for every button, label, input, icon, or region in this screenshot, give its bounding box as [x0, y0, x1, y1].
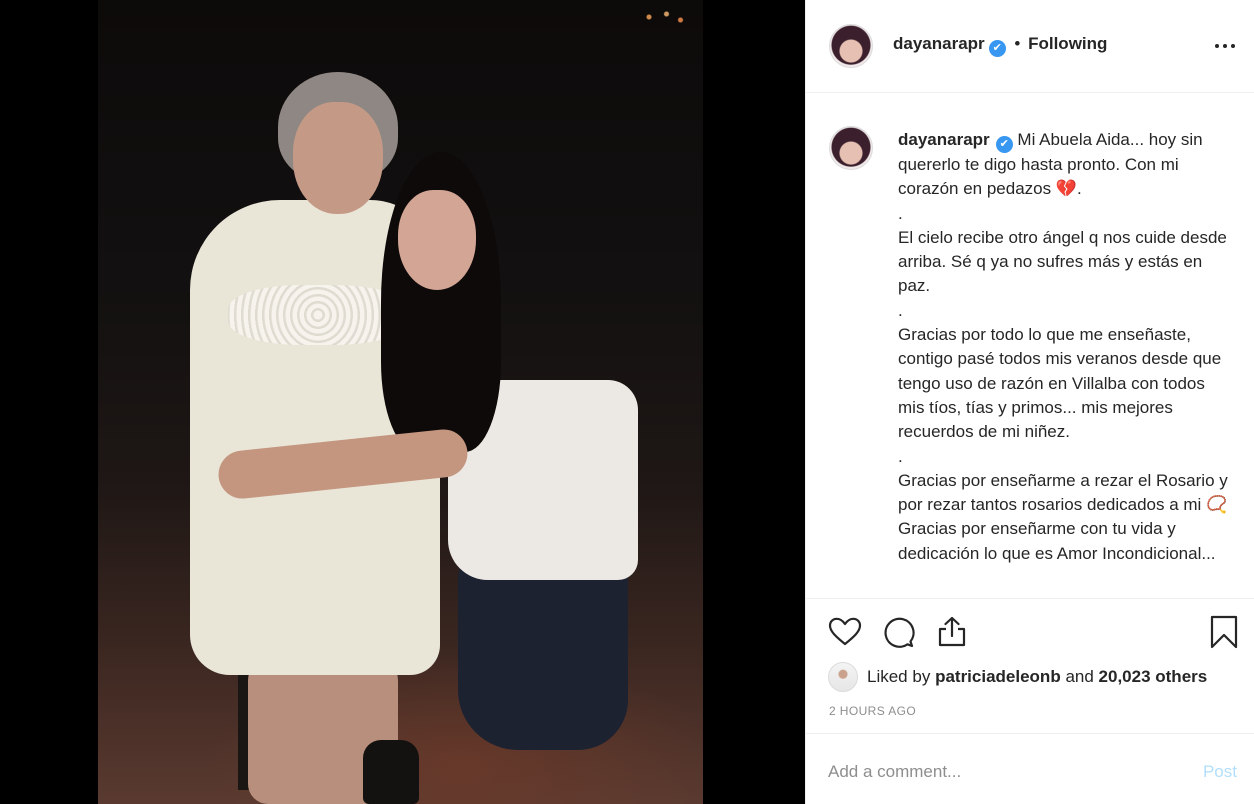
- author-username[interactable]: dayanarapr: [893, 34, 985, 53]
- post-header: dayanarapr ✔ • Following: [806, 0, 1254, 93]
- comment-box: Post: [806, 733, 1254, 804]
- following-button[interactable]: Following: [1028, 34, 1107, 53]
- post-media[interactable]: [0, 0, 805, 804]
- liker-username[interactable]: patriciadeleonb: [935, 667, 1061, 686]
- comment-button[interactable]: [880, 614, 916, 650]
- likes-count-link[interactable]: 20,023 others: [1099, 667, 1208, 686]
- caption-text: dayanarapr ✔ Mi Abuela Aida... hoy sin qu…: [898, 128, 1233, 566]
- caption-author-avatar[interactable]: [829, 126, 873, 170]
- ellipsis-dot: [1223, 44, 1227, 48]
- liker-avatar[interactable]: [828, 662, 858, 692]
- caption-line-5: .: [898, 446, 903, 466]
- grandmother-shoe: [363, 740, 419, 804]
- like-button[interactable]: [827, 614, 863, 650]
- save-button[interactable]: [1206, 614, 1242, 650]
- caption-area[interactable]: dayanarapr ✔ Mi Abuela Aida... hoy sin qu…: [806, 94, 1254, 599]
- likes-summary: Liked by patriciadeleonb and 20,023 othe…: [828, 662, 1248, 692]
- caption-author-username[interactable]: dayanarapr: [898, 130, 990, 149]
- post-sidebar: dayanarapr ✔ • Following dayanarapr ✔ Mi A…: [805, 0, 1254, 804]
- caption-first-line: dayanarapr ✔ Mi Abuela Aida... hoy sin qu…: [898, 128, 1233, 202]
- caption-line-6: Gracias por enseñarme a rezar el Rosario…: [898, 470, 1228, 563]
- likes-text: Liked by patriciadeleonb and 20,023 othe…: [867, 667, 1207, 687]
- caption-line-4: Gracias por todo lo que me enseñaste, co…: [898, 325, 1222, 442]
- separator-dot: •: [1014, 34, 1021, 53]
- likes-prefix: Liked by: [867, 667, 931, 686]
- comment-bubble-icon: [884, 617, 915, 648]
- woman-face: [398, 190, 476, 290]
- more-options-button[interactable]: [1213, 36, 1237, 56]
- background-lights: [628, 2, 698, 32]
- header-line: dayanarapr ✔ • Following: [893, 34, 1107, 57]
- post-photo[interactable]: [98, 0, 703, 804]
- post-comment-button[interactable]: Post: [1203, 762, 1237, 782]
- share-upload-icon: [938, 616, 966, 647]
- verified-badge-icon: ✔: [995, 136, 1013, 153]
- ellipsis-dot: [1231, 44, 1235, 48]
- heart-outline-icon: [828, 617, 862, 646]
- caption-line-1: .: [898, 203, 903, 223]
- comment-input[interactable]: [828, 758, 1168, 786]
- caption-line-3: .: [898, 300, 903, 320]
- caption-line-2: El cielo recibe otro ángel q nos cuide d…: [898, 227, 1227, 296]
- verified-badge-icon: ✔: [988, 40, 1006, 57]
- bookmark-icon: [1210, 615, 1238, 649]
- share-button[interactable]: [934, 614, 970, 650]
- ellipsis-icon: [1215, 44, 1219, 48]
- likes-middle: and: [1065, 667, 1094, 686]
- action-bar: [806, 600, 1254, 662]
- author-avatar[interactable]: [829, 24, 873, 68]
- grandmother-face: [293, 102, 383, 214]
- post-timestamp[interactable]: 2 HOURS AGO: [829, 704, 916, 718]
